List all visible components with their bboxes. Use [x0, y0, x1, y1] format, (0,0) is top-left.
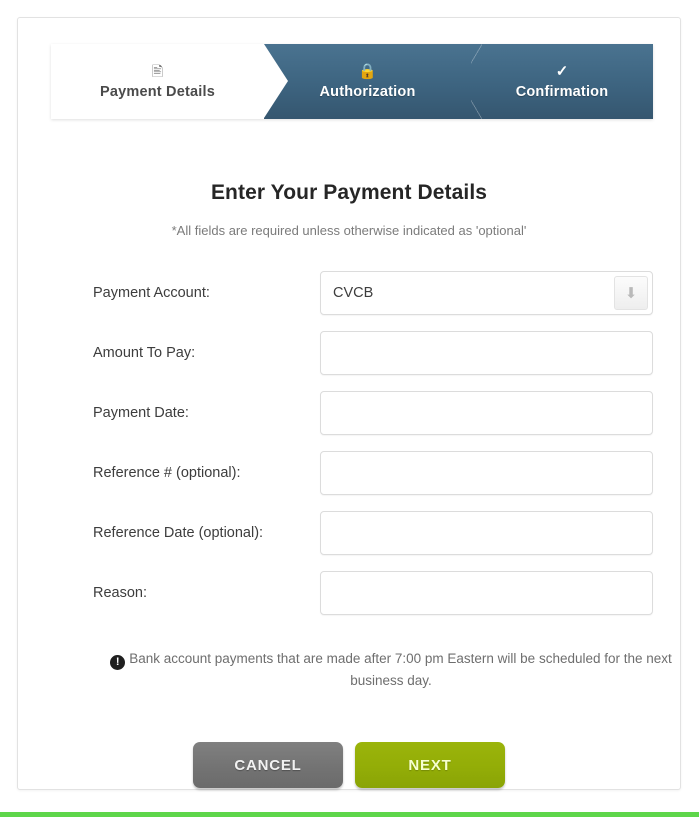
step-authorization-label: Authorization — [319, 83, 416, 100]
payment-date-input[interactable] — [321, 392, 652, 434]
reference-date-input[interactable] — [321, 512, 652, 554]
reference-date-wrapper — [320, 511, 653, 555]
scheduling-notice: ! Bank account payments that are made aft… — [96, 648, 686, 692]
bottom-accent-bar — [0, 812, 699, 817]
form-actions: CANCEL NEXT — [18, 742, 680, 788]
label-payment-account: Payment Account: — [93, 285, 210, 301]
step-confirmation[interactable]: ✓ Confirmation — [460, 44, 653, 119]
page-card: 🖹 Payment Details 🔒 Authorization ✓ Conf… — [17, 17, 681, 790]
scheduling-notice-text: Bank account payments that are made afte… — [129, 651, 672, 688]
reference-number-wrapper — [320, 451, 653, 495]
payment-account-selected-value: CVCB — [333, 285, 374, 301]
amount-to-pay-input[interactable] — [321, 332, 652, 374]
label-reference-date: Reference Date (optional): — [93, 525, 264, 541]
progress-stepper: 🖹 Payment Details 🔒 Authorization ✓ Conf… — [51, 44, 653, 119]
check-icon: ✓ — [555, 62, 569, 80]
field-row-payment-date: Payment Date: — [93, 391, 653, 451]
payment-form: Payment Account: CVCB ⬇ Amount To Pay: P… — [93, 271, 653, 631]
step-confirmation-label: Confirmation — [515, 83, 609, 100]
label-payment-date: Payment Date: — [93, 405, 189, 421]
payment-details-page: 🖹 Payment Details 🔒 Authorization ✓ Conf… — [0, 0, 699, 821]
field-row-payment-account: Payment Account: CVCB ⬇ — [93, 271, 653, 331]
reason-input[interactable] — [321, 572, 652, 614]
form-subtitle: *All fields are required unless otherwis… — [171, 223, 527, 238]
reason-wrapper — [320, 571, 653, 615]
cancel-button[interactable]: CANCEL — [193, 742, 343, 788]
label-amount-to-pay: Amount To Pay: — [93, 345, 196, 361]
payment-date-wrapper — [320, 391, 653, 435]
document-icon: 🖹 — [151, 62, 164, 79]
step-authorization[interactable]: 🔒 Authorization — [264, 44, 471, 119]
next-button[interactable]: NEXT — [355, 742, 505, 788]
reference-number-input[interactable] — [321, 452, 652, 494]
field-row-reference-date: Reference Date (optional): — [93, 511, 653, 571]
chevron-down-icon[interactable]: ⬇ — [614, 276, 648, 310]
field-row-reason: Reason: — [93, 571, 653, 631]
step-payment-details[interactable]: 🖹 Payment Details — [51, 44, 288, 119]
amount-to-pay-wrapper — [320, 331, 653, 375]
field-row-amount-to-pay: Amount To Pay: — [93, 331, 653, 391]
page-title: Enter Your Payment Details — [210, 181, 488, 204]
payment-account-select[interactable]: CVCB ⬇ — [320, 271, 653, 315]
step-payment-details-label: Payment Details — [99, 83, 216, 100]
label-reason: Reason: — [93, 585, 148, 601]
label-reference-number: Reference # (optional): — [93, 465, 241, 481]
lock-icon: 🔒 — [358, 62, 377, 80]
field-row-reference-number: Reference # (optional): — [93, 451, 653, 511]
exclamation-circle-icon: ! — [110, 655, 126, 670]
